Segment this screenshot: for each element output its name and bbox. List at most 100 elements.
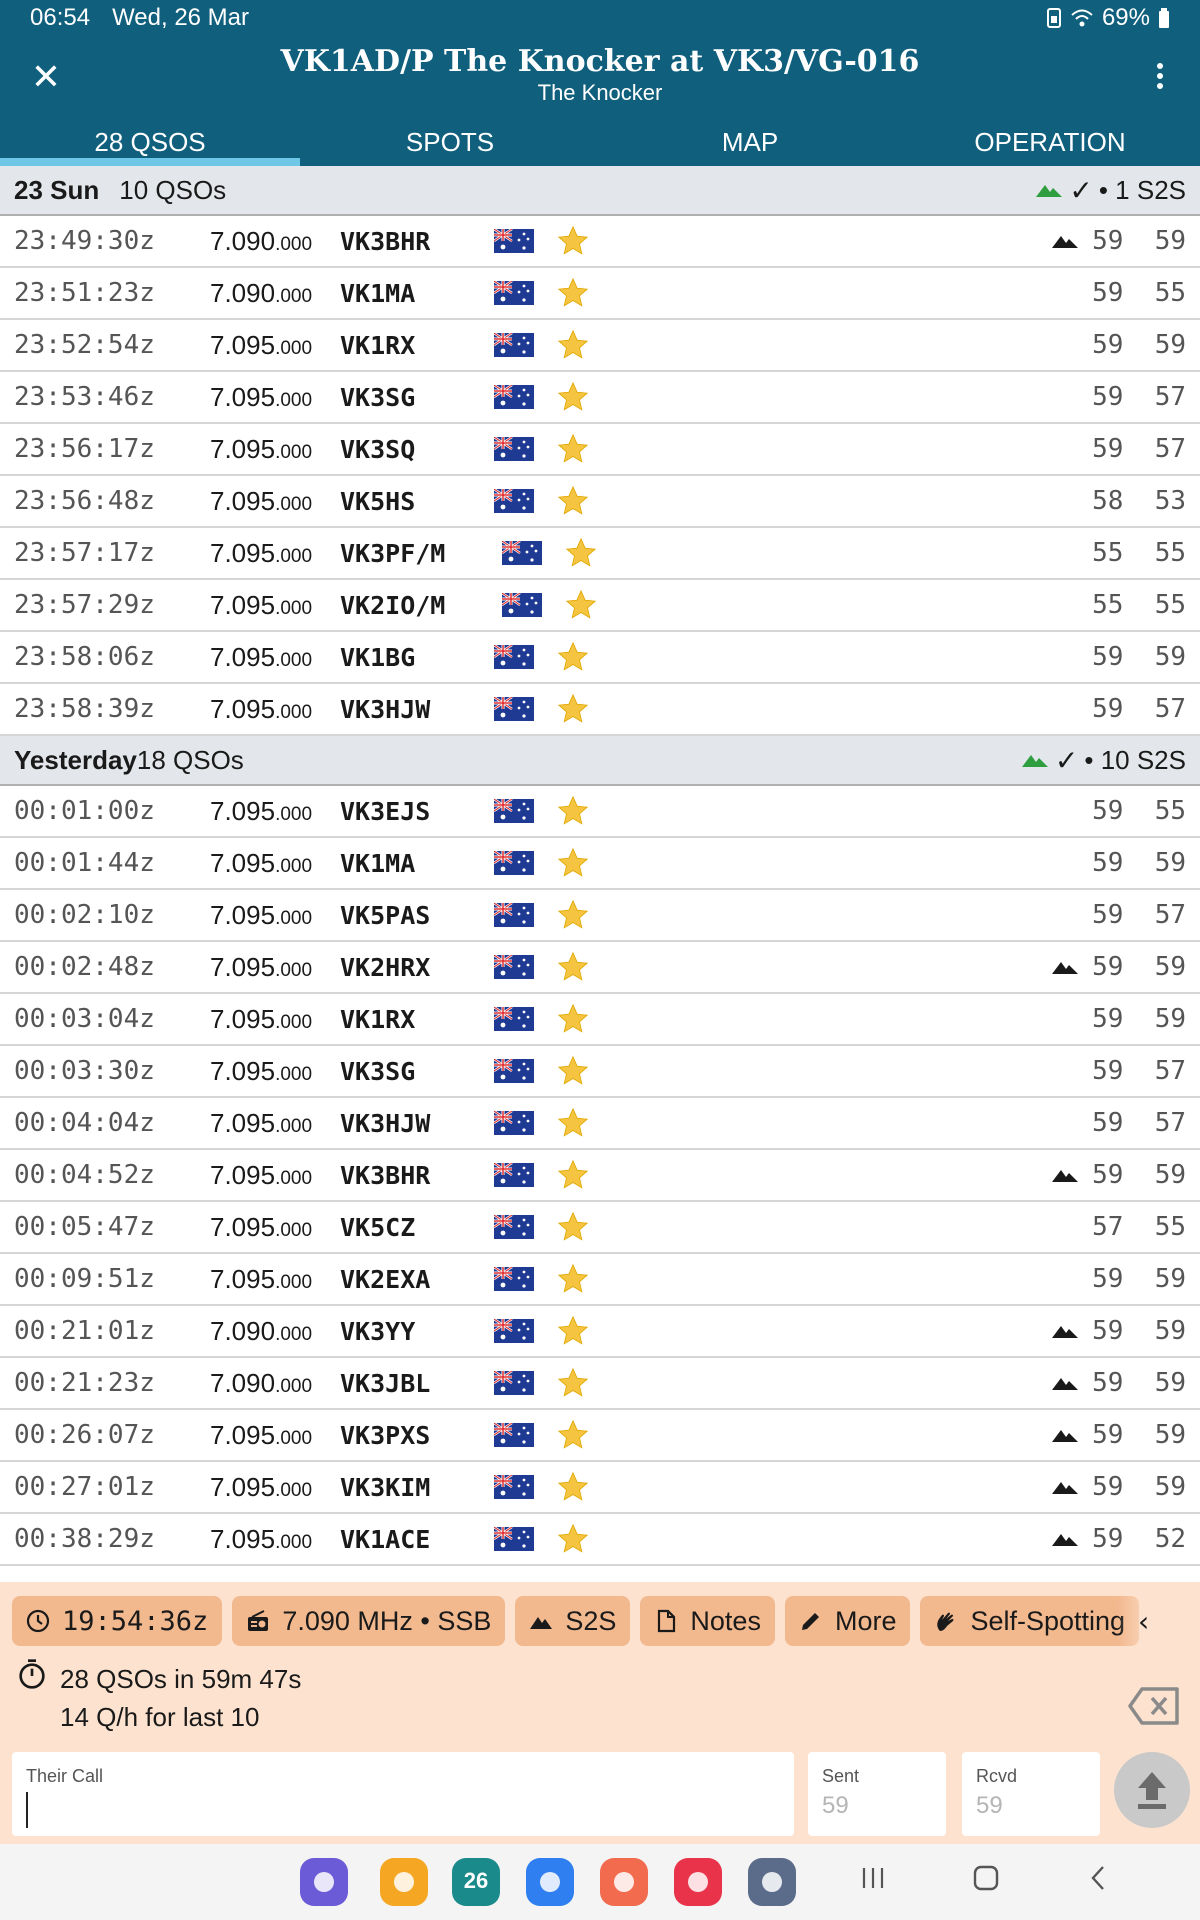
star-icon[interactable] <box>556 484 590 518</box>
qso-row[interactable]: 23:58:06z 7.095.000 VK1BG 59 59 <box>0 632 1200 684</box>
star-icon[interactable] <box>556 1158 590 1192</box>
tab-spots[interactable]: SPOTS <box>300 126 600 166</box>
log-qso-button[interactable] <box>1114 1752 1190 1828</box>
sent-rst-field[interactable]: Sent 59 <box>808 1752 946 1836</box>
qso-row[interactable]: 00:05:47z 7.095.000 VK5CZ 57 55 <box>0 1202 1200 1254</box>
qso-row[interactable]: 23:53:46z 7.095.000 VK3SG 59 57 <box>0 372 1200 424</box>
frequency-chip[interactable]: 7.090 MHz • SSB <box>232 1596 506 1646</box>
qso-callsign: VK2IO/M <box>340 590 446 620</box>
qso-row[interactable]: 00:27:01z 7.095.000 VK3KIM 59 59 <box>0 1462 1200 1514</box>
star-icon[interactable] <box>556 1262 590 1296</box>
star-icon[interactable] <box>556 898 590 932</box>
chevron-left-icon[interactable]: ‹ <box>1138 1604 1168 1640</box>
qso-row[interactable]: 00:21:01z 7.090.000 VK3YY 59 59 <box>0 1306 1200 1358</box>
chip-row[interactable]: 19:54:36z 7.090 MHz • SSB S2S Notes More… <box>12 1596 1188 1648</box>
qso-row[interactable]: 00:21:23z 7.090.000 VK3JBL 59 59 <box>0 1358 1200 1410</box>
qso-row[interactable]: 00:04:04z 7.095.000 VK3HJW 59 57 <box>0 1098 1200 1150</box>
qso-rst: 59 59 <box>1092 1316 1186 1346</box>
qso-frequency-khz: .000 <box>275 1375 313 1397</box>
messages-icon[interactable] <box>526 1858 574 1906</box>
australia-flag-icon <box>494 903 534 927</box>
star-icon[interactable] <box>556 846 590 880</box>
qso-frequency: 7.095.000 <box>210 1004 340 1035</box>
star-icon[interactable] <box>556 328 590 362</box>
star-icon[interactable] <box>556 380 590 414</box>
recents-button[interactable] <box>855 1864 891 1900</box>
qso-row[interactable]: 23:52:54z 7.095.000 VK1RX 59 59 <box>0 320 1200 372</box>
star-icon[interactable] <box>556 1470 590 1504</box>
qso-row[interactable]: 23:51:23z 7.090.000 VK1MA 59 55 <box>0 268 1200 320</box>
qso-row[interactable]: 00:02:48z 7.095.000 VK2HRX 59 59 <box>0 942 1200 994</box>
qso-rst: 59 57 <box>1092 900 1186 930</box>
qso-frequency-mhz: 7.095 <box>210 589 276 620</box>
back-button[interactable] <box>1080 1864 1116 1900</box>
qso-row[interactable]: 00:03:04z 7.095.000 VK1RX 59 59 <box>0 994 1200 1046</box>
star-icon[interactable] <box>556 640 590 674</box>
star-icon[interactable] <box>556 432 590 466</box>
qso-frequency-mhz: 7.095 <box>210 433 276 464</box>
star-icon[interactable] <box>556 224 590 258</box>
qso-callsign: VK1ACE <box>340 1524 431 1554</box>
star-icon[interactable] <box>556 1054 590 1088</box>
star-icon[interactable] <box>556 1106 590 1140</box>
tab-operation[interactable]: OPERATION <box>900 126 1200 166</box>
qso-row[interactable]: 23:58:39z 7.095.000 VK3HJW 59 57 <box>0 684 1200 736</box>
qso-row[interactable]: 00:02:10z 7.095.000 VK5PAS 59 57 <box>0 890 1200 942</box>
tab-qsos[interactable]: 28 QSOS <box>0 126 300 166</box>
qso-callsign: VK5CZ <box>340 1212 416 1242</box>
qso-row[interactable]: 00:03:30z 7.095.000 VK3SG 59 57 <box>0 1046 1200 1098</box>
star-icon[interactable] <box>556 1418 590 1452</box>
qso-row[interactable]: 00:26:07z 7.095.000 VK3PXS 59 59 <box>0 1410 1200 1462</box>
qso-list[interactable]: 23 Sun 10 QSOs ✓ • 1 S2S 23:49:30z 7.090.000 V… <box>0 166 1200 1570</box>
folder-icon[interactable] <box>380 1858 428 1906</box>
contacts-icon[interactable] <box>600 1858 648 1906</box>
qso-time: 00:03:04z <box>14 1004 155 1034</box>
home-button[interactable] <box>968 1864 1004 1900</box>
qso-frequency-khz: .000 <box>275 1011 313 1033</box>
more-chip[interactable]: More <box>784 1596 911 1646</box>
star-icon[interactable] <box>564 536 598 570</box>
qso-row[interactable]: 23:49:30z 7.090.000 VK3BHR 59 59 <box>0 216 1200 268</box>
qso-row[interactable]: 00:04:52z 7.095.000 VK3BHR 59 59 <box>0 1150 1200 1202</box>
self-spotting-chip[interactable]: Self-Spotting <box>920 1596 1140 1646</box>
apps-grid-icon[interactable] <box>748 1858 796 1906</box>
star-icon[interactable] <box>556 1366 590 1400</box>
star-icon[interactable] <box>556 1522 590 1556</box>
star-icon[interactable] <box>556 276 590 310</box>
star-icon[interactable] <box>556 1002 590 1036</box>
qso-row[interactable]: 00:01:44z 7.095.000 VK1MA 59 59 <box>0 838 1200 890</box>
qso-row[interactable]: 00:38:29z 7.095.000 VK1ACE 59 52 <box>0 1514 1200 1566</box>
qso-row[interactable]: 23:56:17z 7.095.000 VK3SQ 59 57 <box>0 424 1200 476</box>
overflow-menu-button[interactable] <box>1148 58 1172 98</box>
their-call-field[interactable]: Their Call <box>12 1752 794 1836</box>
s2s-chip[interactable]: S2S <box>515 1596 631 1646</box>
qso-row[interactable]: 23:57:17z 7.095.000 VK3PF/M 55 55 <box>0 528 1200 580</box>
rcvd-rst-field[interactable]: Rcvd 59 <box>962 1752 1100 1836</box>
qso-frequency: 7.095.000 <box>210 1420 340 1451</box>
star-icon[interactable] <box>556 1210 590 1244</box>
qso-rst: 59 59 <box>1092 952 1186 982</box>
star-icon[interactable] <box>556 794 590 828</box>
star-icon[interactable] <box>556 692 590 726</box>
calendar-icon[interactable]: 26 <box>452 1858 500 1906</box>
hand-icon <box>937 1612 954 1631</box>
star-icon[interactable] <box>564 588 598 622</box>
star-icon[interactable] <box>556 1314 590 1348</box>
camera-icon[interactable] <box>674 1858 722 1906</box>
internet-icon[interactable] <box>300 1858 348 1906</box>
qso-row[interactable]: 23:57:29z 7.095.000 VK2IO/M 55 55 <box>0 580 1200 632</box>
qso-rst: 59 59 <box>1092 226 1186 256</box>
notes-chip[interactable]: Notes <box>640 1596 775 1646</box>
qso-row[interactable]: 00:01:00z 7.095.000 VK3EJS 59 55 <box>0 786 1200 838</box>
time-chip[interactable]: 19:54:36z <box>12 1596 223 1646</box>
app-glyph <box>314 1872 334 1892</box>
australia-flag-icon <box>502 593 542 617</box>
tab-map[interactable]: MAP <box>600 126 900 166</box>
star-icon[interactable] <box>556 950 590 984</box>
section-summary: ✓ • 1 S2S <box>1035 174 1186 207</box>
qso-row[interactable]: 23:56:48z 7.095.000 VK5HS 58 53 <box>0 476 1200 528</box>
qso-frequency-mhz: 7.095 <box>210 1107 276 1138</box>
qso-frequency-mhz: 7.095 <box>210 693 276 724</box>
backspace-icon[interactable] <box>1128 1686 1180 1726</box>
qso-row[interactable]: 00:09:51z 7.095.000 VK2EXA 59 59 <box>0 1254 1200 1306</box>
